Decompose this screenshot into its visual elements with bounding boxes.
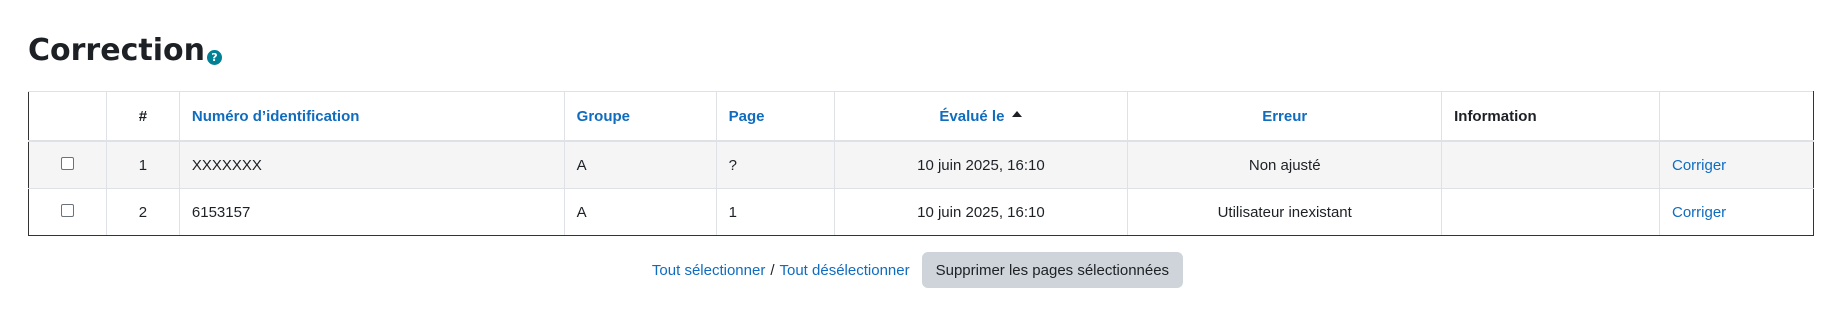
page-title: Correction ?	[28, 30, 222, 72]
row-evaluated: 10 juin 2025, 16:10	[833, 188, 1129, 236]
row-group: A	[563, 188, 717, 236]
header-select	[28, 91, 107, 142]
row-info	[1441, 188, 1660, 236]
correction-table: # Numéro d’identification Groupe Page Év…	[28, 91, 1814, 236]
row-group: A	[563, 140, 717, 189]
table-row: 2 6153157 A 1 10 juin 2025, 16:10 Utilis…	[28, 188, 1814, 236]
row-id: XXXXXXX	[178, 140, 565, 189]
table-header-row: # Numéro d’identification Groupe Page Év…	[28, 91, 1814, 142]
sort-ascending-icon	[1012, 110, 1023, 117]
table-footer-actions: Tout sélectionner / Tout désélectionner …	[0, 252, 1835, 288]
link-separator: /	[770, 261, 775, 279]
row-error: Non ajusté	[1127, 140, 1443, 189]
help-icon[interactable]: ?	[206, 50, 222, 65]
sort-id-link[interactable]: Numéro d’identification	[192, 108, 360, 125]
correct-link[interactable]: Corriger	[1672, 157, 1726, 174]
deselect-all-link[interactable]: Tout désélectionner	[780, 262, 910, 279]
header-number: #	[105, 91, 180, 142]
select-all-link[interactable]: Tout sélectionner	[652, 262, 765, 279]
header-error[interactable]: Erreur	[1127, 91, 1443, 142]
sort-group-link[interactable]: Groupe	[577, 108, 630, 125]
header-action	[1659, 91, 1814, 142]
delete-selected-pages-button[interactable]: Supprimer les pages sélectionnées	[921, 252, 1184, 288]
correct-link[interactable]: Corriger	[1672, 204, 1726, 221]
row-error: Utilisateur inexistant	[1127, 188, 1443, 236]
row-info	[1441, 140, 1660, 189]
row-number: 1	[105, 140, 180, 189]
row-page: 1	[715, 188, 835, 236]
header-evaluated[interactable]: Évalué le	[833, 91, 1129, 142]
sort-evaluated-link[interactable]: Évalué le	[939, 108, 1004, 125]
header-info: Information	[1441, 91, 1660, 142]
sort-error-link[interactable]: Erreur	[1262, 108, 1307, 125]
row-evaluated: 10 juin 2025, 16:10	[833, 140, 1129, 189]
page-title-text: Correction	[28, 33, 205, 68]
header-group[interactable]: Groupe	[563, 91, 717, 142]
header-id[interactable]: Numéro d’identification	[178, 91, 565, 142]
row-page: ?	[715, 140, 835, 189]
row-number: 2	[105, 188, 180, 236]
table-row: 1 XXXXXXX A ? 10 juin 2025, 16:10 Non aj…	[28, 140, 1814, 189]
row-action-cell: Corriger	[1659, 140, 1814, 189]
row-select-cell	[28, 140, 107, 189]
row-checkbox[interactable]	[60, 156, 74, 170]
row-id: 6153157	[178, 188, 565, 236]
row-action-cell: Corriger	[1659, 188, 1814, 236]
header-page[interactable]: Page	[715, 91, 835, 142]
row-checkbox[interactable]	[60, 203, 74, 217]
sort-page-link[interactable]: Page	[729, 108, 765, 125]
row-select-cell	[28, 188, 107, 236]
